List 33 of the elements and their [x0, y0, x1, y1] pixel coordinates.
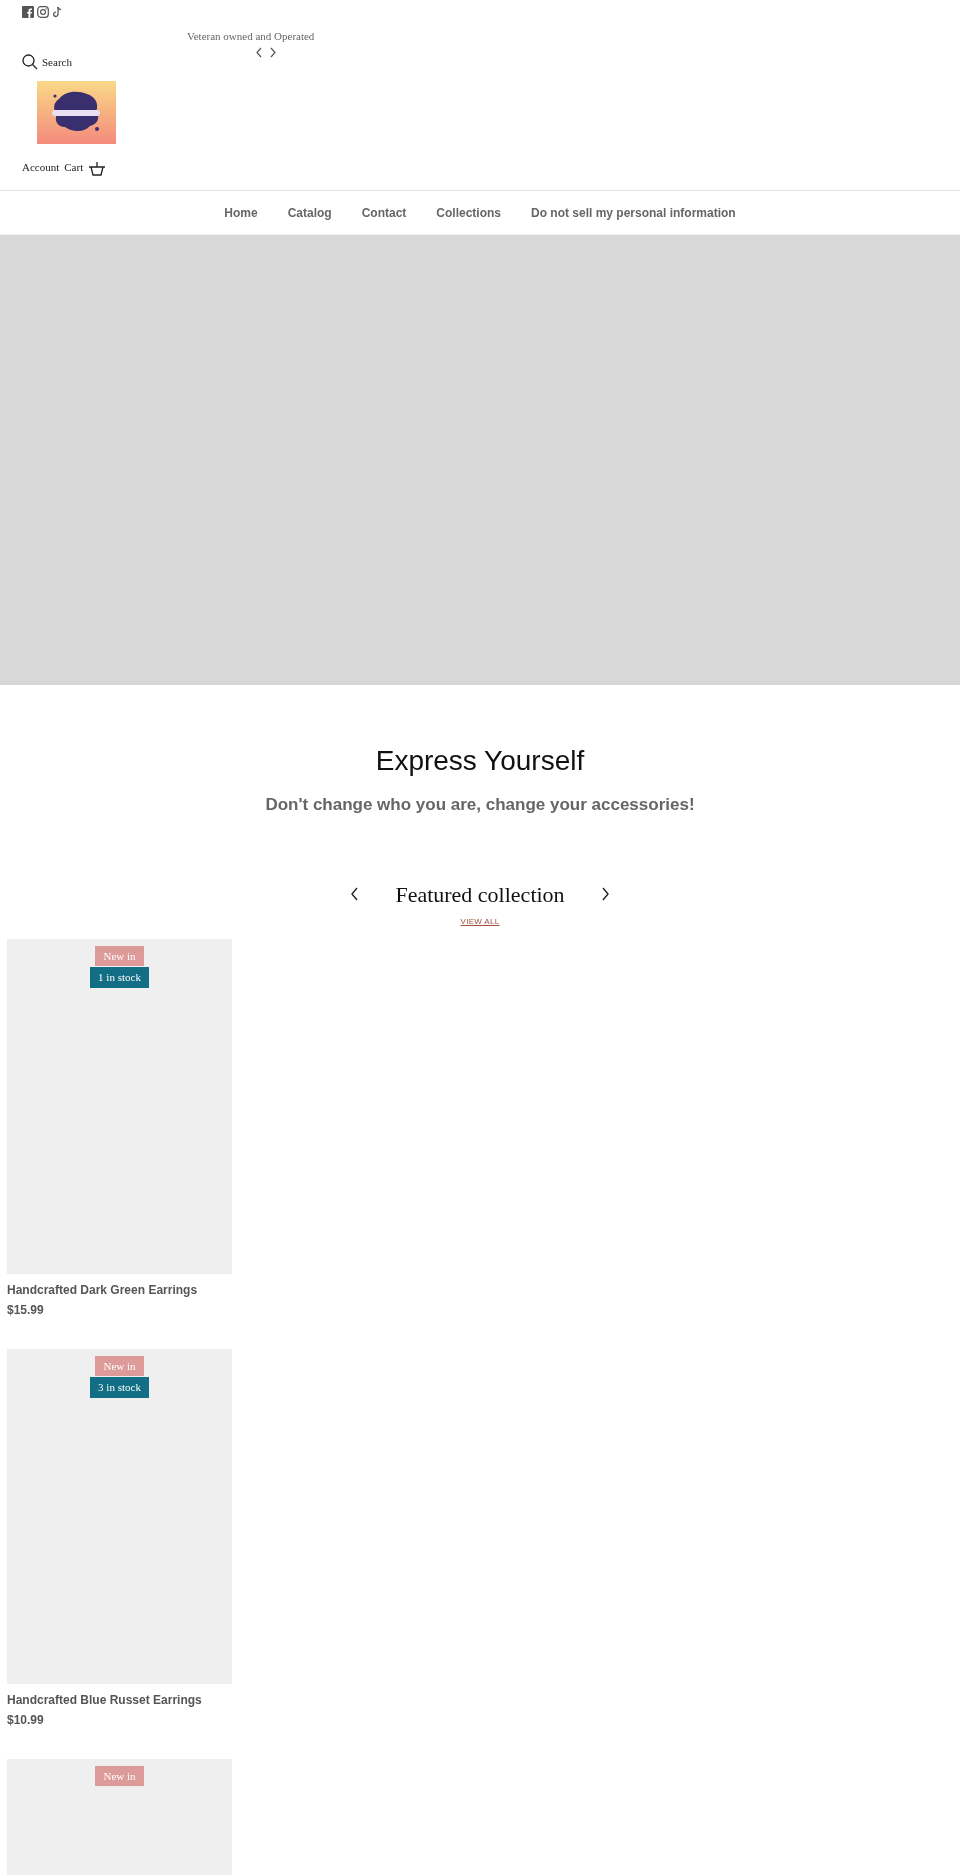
product-image[interactable]: New in 3 in stock: [7, 1348, 232, 1684]
announcement-text: Veteran owned and Operated: [187, 29, 316, 44]
product-price: $15.99: [7, 1301, 45, 1319]
section-subheading: Don't change who you are, change your accessories!: [264, 794, 696, 816]
new-badge: New in: [95, 1355, 144, 1376]
nav-link[interactable]: Contact: [361, 203, 407, 222]
stock-badge: 1 in stock: [90, 967, 149, 988]
cart-link[interactable]: Cart: [64, 159, 84, 176]
product-title[interactable]: Handcrafted Blue Russet Earrings: [7, 1690, 232, 1709]
music-note-icon[interactable]: [52, 6, 63, 18]
account-link[interactable]: Account: [22, 159, 60, 176]
nav-link[interactable]: Catalog: [287, 203, 332, 222]
new-badge: New in: [95, 945, 144, 966]
search-link[interactable]: Search: [42, 53, 72, 70]
instagram-icon[interactable]: [37, 6, 49, 18]
facebook-icon[interactable]: [22, 6, 34, 18]
product-title[interactable]: Handcrafted Dark Green Earrings: [7, 1280, 232, 1299]
nav-link[interactable]: Do not sell my personal information: [531, 203, 736, 222]
basket-icon[interactable]: [88, 160, 107, 176]
chevron-left-icon[interactable]: [255, 46, 263, 58]
new-badge: New in: [95, 1765, 144, 1786]
chevron-left-icon[interactable]: [350, 887, 360, 901]
chevron-right-icon[interactable]: [600, 887, 610, 901]
nav-link[interactable]: Collections: [436, 203, 501, 222]
search-icon[interactable]: [22, 53, 38, 70]
stock-badge: 3 in stock: [90, 1377, 149, 1398]
collection-heading: Featured collection: [395, 880, 565, 909]
view-all-link[interactable]: VIEW ALL: [460, 916, 500, 926]
chevron-right-icon[interactable]: [269, 46, 277, 58]
section-heading: Express Yourself: [374, 744, 586, 778]
product-image[interactable]: New in 1 in stock: [7, 938, 232, 1274]
product-price: $10.99: [7, 1711, 45, 1729]
nav-link[interactable]: Home: [224, 203, 258, 222]
